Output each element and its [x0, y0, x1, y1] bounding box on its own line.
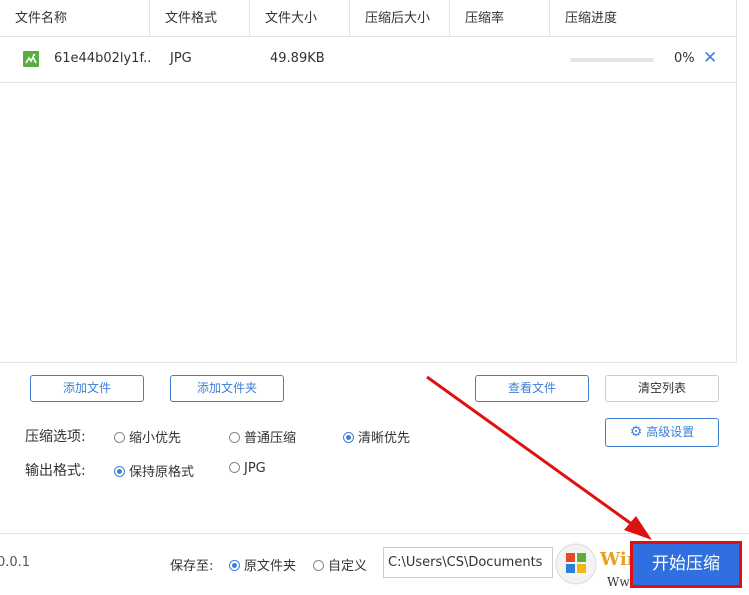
- file-name: 61e44b02ly1f..: [54, 51, 152, 66]
- radio-custom[interactable]: 自定义: [313, 555, 367, 574]
- radio-jpg[interactable]: JPG: [229, 461, 266, 476]
- col-progress[interactable]: 压缩进度: [550, 0, 737, 37]
- radio-label: 自定义: [328, 559, 368, 574]
- radio-original-folder[interactable]: 原文件夹: [229, 555, 296, 574]
- progress-bar: [570, 58, 654, 62]
- start-compress-button[interactable]: 开始压缩: [630, 541, 742, 588]
- progress-label: 0%: [674, 51, 695, 66]
- col-size[interactable]: 文件大小: [250, 0, 350, 37]
- save-to-label: 保存至:: [170, 559, 214, 574]
- table-row[interactable]: 61e44b02ly1f.. JPG 49.89KB 0% ✕: [0, 37, 737, 83]
- image-file-icon: [23, 51, 39, 67]
- radio-circle: [114, 466, 125, 477]
- radio-circle: [114, 432, 125, 443]
- file-format: JPG: [170, 51, 192, 66]
- radio-label: JPG: [244, 461, 266, 476]
- add-file-button[interactable]: 添加文件: [30, 375, 144, 402]
- radio-compress-normal[interactable]: 普通压缩: [229, 427, 296, 446]
- radio-keep-format[interactable]: 保持原格式: [114, 461, 194, 480]
- radio-label: 清晰优先: [358, 431, 411, 446]
- clear-list-button[interactable]: 清空列表: [605, 375, 719, 402]
- compress-options-label: 压缩选项:: [25, 429, 86, 445]
- col-compressed-size[interactable]: 压缩后大小: [350, 0, 450, 37]
- col-name[interactable]: 文件名称: [0, 0, 150, 37]
- output-format-label: 输出格式:: [25, 463, 86, 479]
- advanced-settings-button[interactable]: ⚙ 高级设置: [605, 418, 719, 447]
- col-format[interactable]: 文件格式: [150, 0, 250, 37]
- radio-compress-smaller[interactable]: 缩小优先: [114, 427, 181, 446]
- version-label: 0.0.1: [0, 555, 31, 570]
- radio-label: 缩小优先: [129, 431, 182, 446]
- radio-label: 原文件夹: [244, 559, 297, 574]
- file-size: 49.89KB: [270, 51, 325, 66]
- add-folder-button[interactable]: 添加文件夹: [170, 375, 284, 402]
- file-table: 文件名称 文件格式 文件大小 压缩后大小 压缩率 压缩进度 61e44b02ly…: [0, 0, 737, 363]
- radio-label: 保持原格式: [129, 465, 195, 480]
- gear-icon: ⚙: [629, 424, 643, 440]
- col-rate[interactable]: 压缩率: [450, 0, 550, 37]
- remove-icon[interactable]: ✕: [703, 48, 717, 68]
- footer-divider: [0, 533, 749, 534]
- radio-label: 普通压缩: [244, 431, 297, 446]
- table-header: 文件名称 文件格式 文件大小 压缩后大小 压缩率 压缩进度: [0, 0, 737, 37]
- advanced-label: 高级设置: [646, 425, 695, 439]
- radio-circle: [229, 432, 240, 443]
- radio-compress-clarity[interactable]: 清晰优先: [343, 427, 410, 446]
- radio-circle: [343, 432, 354, 443]
- radio-circle: [229, 462, 240, 473]
- save-path-input[interactable]: C:\Users\CS\Documents: [383, 547, 553, 578]
- radio-circle: [229, 560, 240, 571]
- radio-circle: [313, 560, 324, 571]
- view-files-button[interactable]: 查看文件: [475, 375, 589, 402]
